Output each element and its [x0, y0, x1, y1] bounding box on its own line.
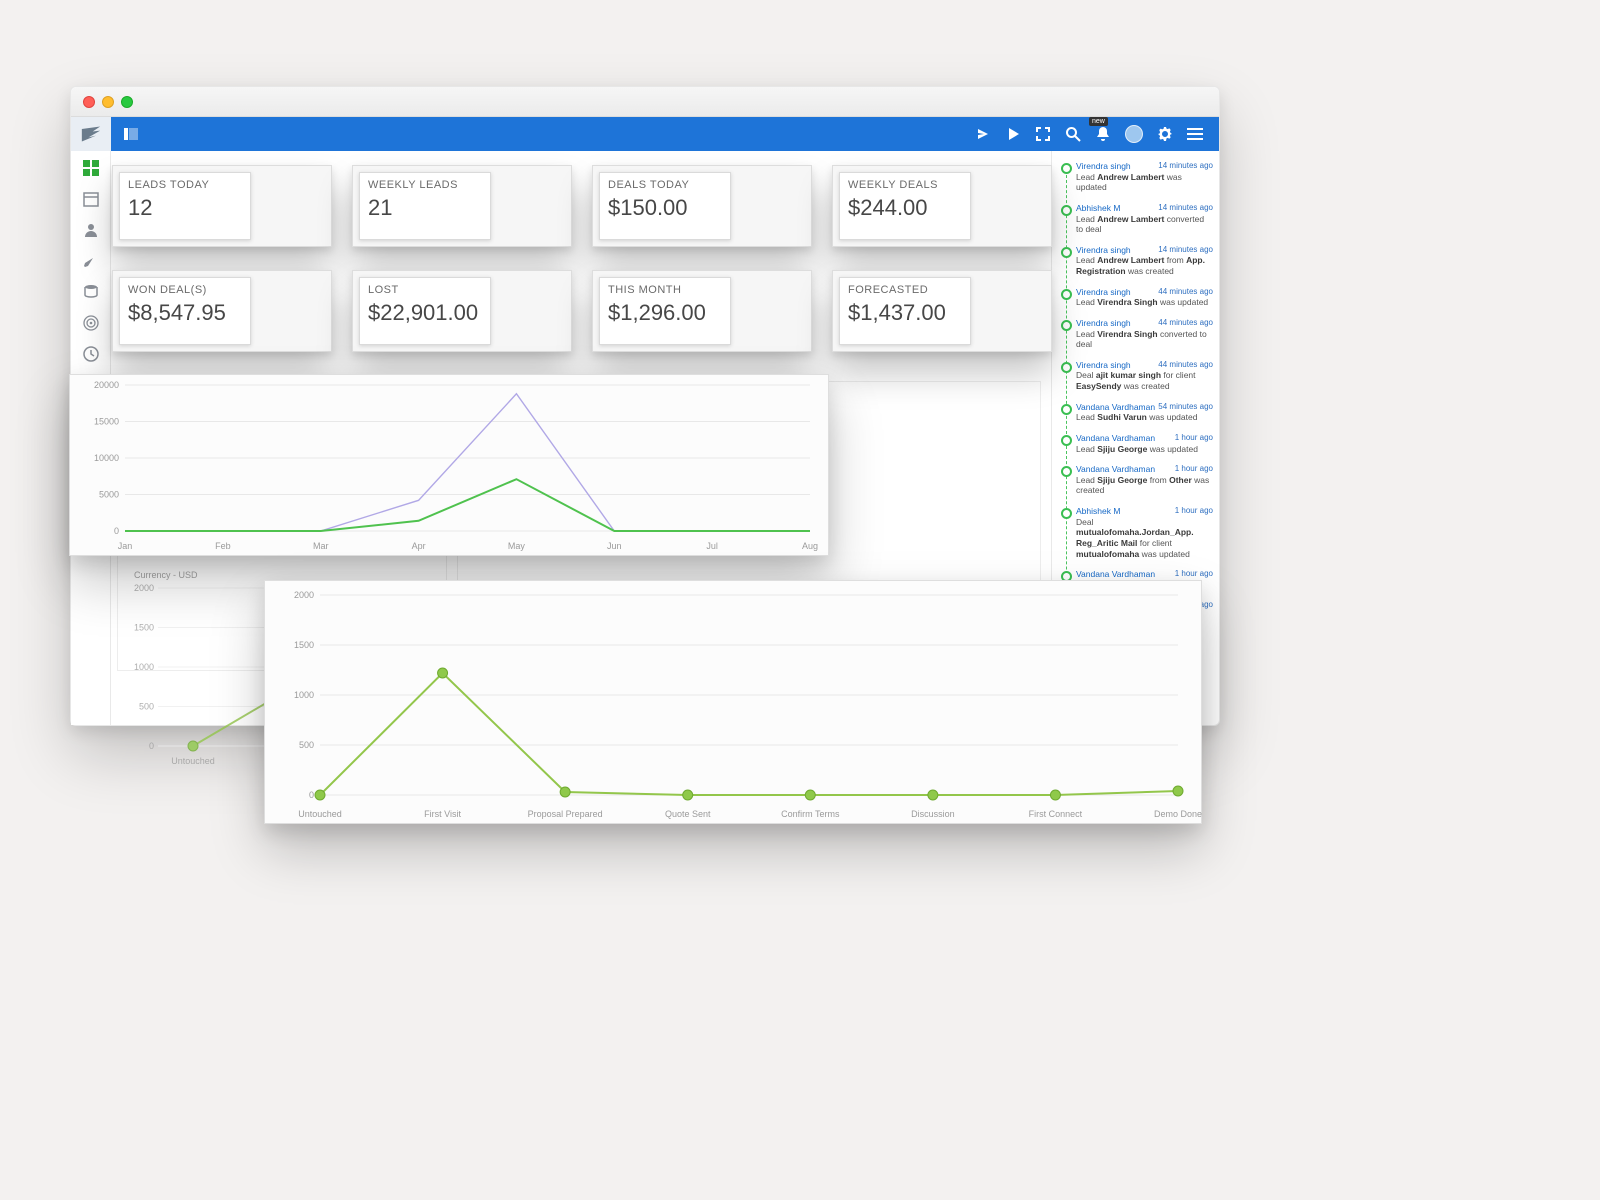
kpi-label: LOST — [368, 284, 482, 296]
svg-text:Feb: Feb — [215, 541, 231, 551]
svg-text:Discussion: Discussion — [911, 809, 955, 819]
svg-text:1500: 1500 — [294, 640, 314, 650]
activity-item[interactable]: Abhishek M1 hour agoDeal mutualofomaha.J… — [1062, 506, 1213, 559]
monthly-chart-panel: 0 5000 10000 15000 20000 Jan Feb Mar Apr May Jun Ju… — [69, 374, 829, 556]
kpi-value: 12 — [128, 195, 242, 221]
bell-icon[interactable] — [1095, 126, 1111, 142]
kpi-leads-today: LEADS TODAY 12 — [112, 165, 332, 247]
svg-text:Untouched: Untouched — [298, 809, 342, 819]
kpi-label: LEADS TODAY — [128, 179, 242, 191]
activity-item[interactable]: Virendra singh44 minutes agoLead Virendr… — [1062, 287, 1213, 308]
svg-text:500: 500 — [299, 740, 314, 750]
svg-text:Aug: Aug — [802, 541, 818, 551]
kpi-this-month: THIS MONTH $1,296.00 — [592, 270, 812, 352]
nav-target-icon[interactable] — [82, 314, 100, 332]
kpi-label: DEALS TODAY — [608, 179, 722, 191]
kpi-value: 21 — [368, 195, 482, 221]
minimize-icon[interactable] — [102, 96, 114, 108]
kpi-value: $1,296.00 — [608, 300, 722, 326]
kpi-lost: LOST $22,901.00 — [352, 270, 572, 352]
kpi-value: $150.00 — [608, 195, 722, 221]
kpi-weekly-leads: WEEKLY LEADS 21 — [352, 165, 572, 247]
currency-label: Currency - USD — [134, 570, 198, 580]
menu-icon[interactable] — [1187, 126, 1203, 142]
svg-text:Jun: Jun — [607, 541, 622, 551]
svg-text:20000: 20000 — [94, 380, 119, 390]
activity-item[interactable]: Virendra singh44 minutes agoDeal ajit ku… — [1062, 360, 1213, 392]
svg-text:1000: 1000 — [134, 662, 154, 672]
kpi-weekly-deals: WEEKLY DEALS $244.00 — [832, 165, 1052, 247]
svg-text:Confirm Terms: Confirm Terms — [781, 809, 840, 819]
play-icon[interactable] — [1005, 126, 1021, 142]
nav-calendar-icon[interactable] — [82, 190, 100, 208]
nav-rocket-icon[interactable] — [82, 252, 100, 270]
svg-text:500: 500 — [139, 702, 154, 712]
svg-text:0: 0 — [114, 526, 119, 536]
svg-text:Jul: Jul — [706, 541, 718, 551]
kpi-label: WON DEAL(S) — [128, 284, 242, 296]
kpi-forecasted: FORECASTED $1,437.00 — [832, 270, 1052, 352]
activity-item[interactable]: Abhishek M14 minutes agoLead Andrew Lamb… — [1062, 203, 1213, 235]
svg-text:2000: 2000 — [294, 590, 314, 600]
svg-text:Untouched: Untouched — [171, 756, 215, 766]
panel-toggle-icon[interactable] — [123, 126, 139, 142]
svg-text:Demo Done: Demo Done — [1154, 809, 1202, 819]
window-titlebar — [71, 87, 1219, 117]
monthly-chart: 0 5000 10000 15000 20000 Jan Feb Mar Apr May Jun Ju… — [70, 375, 830, 557]
close-icon[interactable] — [83, 96, 95, 108]
svg-text:0: 0 — [149, 741, 154, 751]
kpi-deals-today: DEALS TODAY $150.00 — [592, 165, 812, 247]
svg-text:May: May — [508, 541, 526, 551]
svg-text:First Connect: First Connect — [1029, 809, 1083, 819]
kpi-row-top: LEADS TODAY 12 WEEKLY LEADS 21 DEALS TODAY… — [112, 165, 1052, 247]
svg-text:Quote Sent: Quote Sent — [665, 809, 711, 819]
activity-item[interactable]: Vandana Vardhaman1 hour agoLead Sjiju Ge… — [1062, 464, 1213, 496]
fullscreen-icon[interactable] — [1035, 126, 1051, 142]
kpi-won-deals: WON DEAL(S) $8,547.95 — [112, 270, 332, 352]
share-icon[interactable] — [975, 126, 991, 142]
activity-item[interactable]: Virendra singh14 minutes agoLead Andrew … — [1062, 245, 1213, 277]
svg-text:0: 0 — [309, 790, 314, 800]
svg-text:2000: 2000 — [134, 583, 154, 593]
nav-database-icon[interactable] — [82, 283, 100, 301]
kpi-value: $8,547.95 — [128, 300, 242, 326]
activity-item[interactable]: Vandana Vardhaman1 hour agoLead Sjiju Ge… — [1062, 433, 1213, 454]
search-icon[interactable] — [1065, 126, 1081, 142]
kpi-value: $22,901.00 — [368, 300, 482, 326]
nav-clock-icon[interactable] — [82, 345, 100, 363]
kpi-label: WEEKLY DEALS — [848, 179, 962, 191]
svg-text:Proposal Prepared: Proposal Prepared — [528, 809, 603, 819]
kpi-row-bottom: WON DEAL(S) $8,547.95 LOST $22,901.00 THIS… — [112, 270, 1052, 352]
kpi-label: THIS MONTH — [608, 284, 722, 296]
nav-user-icon[interactable] — [82, 221, 100, 239]
maximize-icon[interactable] — [121, 96, 133, 108]
activity-item[interactable]: Vandana Vardhaman54 minutes agoLead Sudh… — [1062, 402, 1213, 423]
svg-text:15000: 15000 — [94, 417, 119, 427]
kpi-label: WEEKLY LEADS — [368, 179, 482, 191]
kpi-value: $1,437.00 — [848, 300, 962, 326]
top-bar — [71, 117, 1219, 151]
activity-item[interactable]: Virendra singh44 minutes agoLead Virendr… — [1062, 318, 1213, 350]
svg-text:Apr: Apr — [412, 541, 426, 551]
activity-item[interactable]: Virendra singh14 minutes agoLead Andrew … — [1062, 161, 1213, 193]
brand-logo[interactable] — [71, 117, 111, 151]
kpi-value: $244.00 — [848, 195, 962, 221]
svg-text:First Visit: First Visit — [424, 809, 461, 819]
svg-text:1500: 1500 — [134, 623, 154, 633]
svg-text:5000: 5000 — [99, 490, 119, 500]
svg-text:1000: 1000 — [294, 690, 314, 700]
pipeline-chart-panel: 0 500 1000 1500 2000 Untouched First Visit Prop… — [264, 580, 1202, 824]
nav-dashboard-icon[interactable] — [82, 159, 100, 177]
avatar[interactable] — [1125, 125, 1143, 143]
svg-text:Mar: Mar — [313, 541, 329, 551]
svg-text:Jan: Jan — [118, 541, 133, 551]
gear-icon[interactable] — [1157, 126, 1173, 142]
pipeline-chart: 0 500 1000 1500 2000 Untouched First Visit Prop… — [265, 581, 1203, 825]
kpi-label: FORECASTED — [848, 284, 962, 296]
svg-text:10000: 10000 — [94, 453, 119, 463]
